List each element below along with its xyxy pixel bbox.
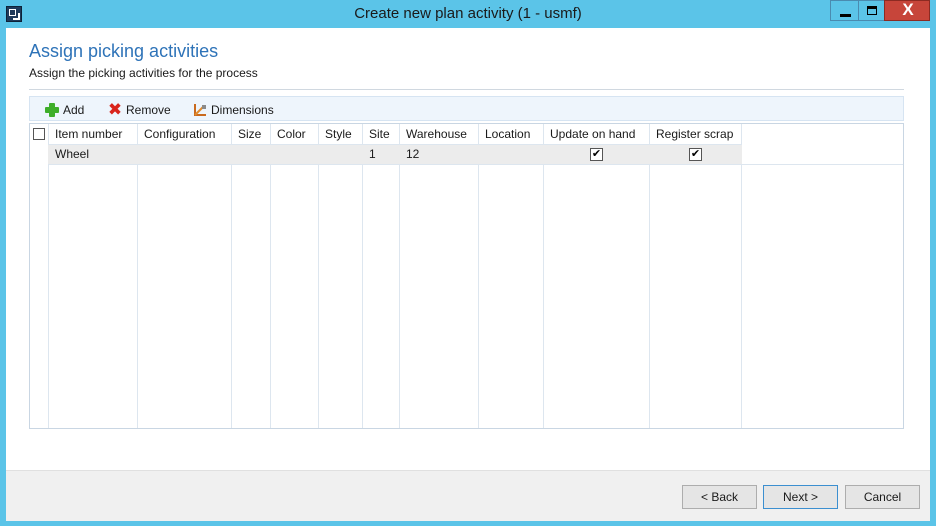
cell-color[interactable] [271, 144, 318, 164]
column-header-register-scrap[interactable]: Register scrap [650, 124, 741, 144]
add-icon [44, 102, 60, 118]
dimensions-button-label: Dimensions [211, 102, 274, 117]
add-button-label: Add [63, 102, 85, 117]
column-divider [649, 124, 650, 428]
back-button[interactable]: < Back [682, 485, 757, 509]
window-title: Create new plan activity (1 - usmf) [354, 5, 582, 22]
cell-style[interactable] [319, 144, 362, 164]
column-divider [741, 124, 742, 428]
next-button[interactable]: Next > [763, 485, 838, 509]
column-divider [318, 124, 319, 428]
cell-location[interactable] [479, 144, 543, 164]
column-divider [399, 124, 400, 428]
column-header-style[interactable]: Style [319, 124, 362, 144]
close-button[interactable]: X [884, 0, 930, 21]
cell-size[interactable] [232, 144, 270, 164]
divider [29, 89, 904, 90]
dimensions-icon [192, 102, 208, 118]
column-header-color[interactable]: Color [271, 124, 318, 144]
column-header-size[interactable]: Size [232, 124, 270, 144]
minimize-button[interactable] [830, 0, 859, 21]
dialog-footer: < Back Next > Cancel [6, 470, 930, 521]
page-subtitle: Assign the picking activities for the pr… [29, 66, 258, 80]
column-divider [231, 124, 232, 428]
grid-toolbar: Add ✖ Remove Dimensions [29, 96, 904, 121]
cell-item-number[interactable]: Wheel [49, 144, 137, 164]
maximize-button[interactable] [858, 0, 885, 21]
minimize-icon [840, 14, 851, 17]
dialog-window: Create new plan activity (1 - usmf) X As… [0, 0, 936, 526]
column-divider [362, 124, 363, 428]
column-header-configuration[interactable]: Configuration [138, 124, 231, 144]
add-button[interactable]: Add [44, 101, 84, 118]
cancel-button[interactable]: Cancel [845, 485, 920, 509]
column-divider [543, 124, 544, 428]
title-bar[interactable]: Create new plan activity (1 - usmf) X [0, 0, 936, 28]
register-scrap-checkbox[interactable]: ✔ [689, 148, 702, 161]
remove-icon: ✖ [107, 99, 123, 119]
column-header-site[interactable]: Site [363, 124, 399, 144]
column-header-update-on-hand[interactable]: Update on hand [544, 124, 649, 144]
column-header-warehouse[interactable]: Warehouse [400, 124, 478, 144]
select-all-checkbox[interactable] [33, 128, 45, 140]
column-divider [270, 124, 271, 428]
column-divider [137, 124, 138, 428]
cell-site[interactable]: 1 [363, 144, 399, 164]
picking-activities-grid[interactable]: Item number Configuration Size Color Sty… [29, 123, 904, 429]
update-on-hand-checkbox[interactable]: ✔ [590, 148, 603, 161]
cell-configuration[interactable] [138, 144, 231, 164]
close-icon: X [902, 0, 914, 19]
remove-button[interactable]: ✖ Remove [107, 101, 171, 118]
column-header-item-number[interactable]: Item number [49, 124, 137, 144]
dialog-content: Assign picking activities Assign the pic… [6, 28, 930, 521]
column-divider [478, 124, 479, 428]
cell-warehouse[interactable]: 12 [400, 144, 478, 164]
page-title: Assign picking activities [29, 41, 219, 61]
dimensions-button[interactable]: Dimensions [192, 101, 274, 118]
column-header-location[interactable]: Location [479, 124, 543, 144]
remove-button-label: Remove [126, 102, 171, 117]
column-divider [48, 124, 49, 428]
maximize-icon [867, 6, 877, 15]
row-separator [48, 164, 903, 165]
